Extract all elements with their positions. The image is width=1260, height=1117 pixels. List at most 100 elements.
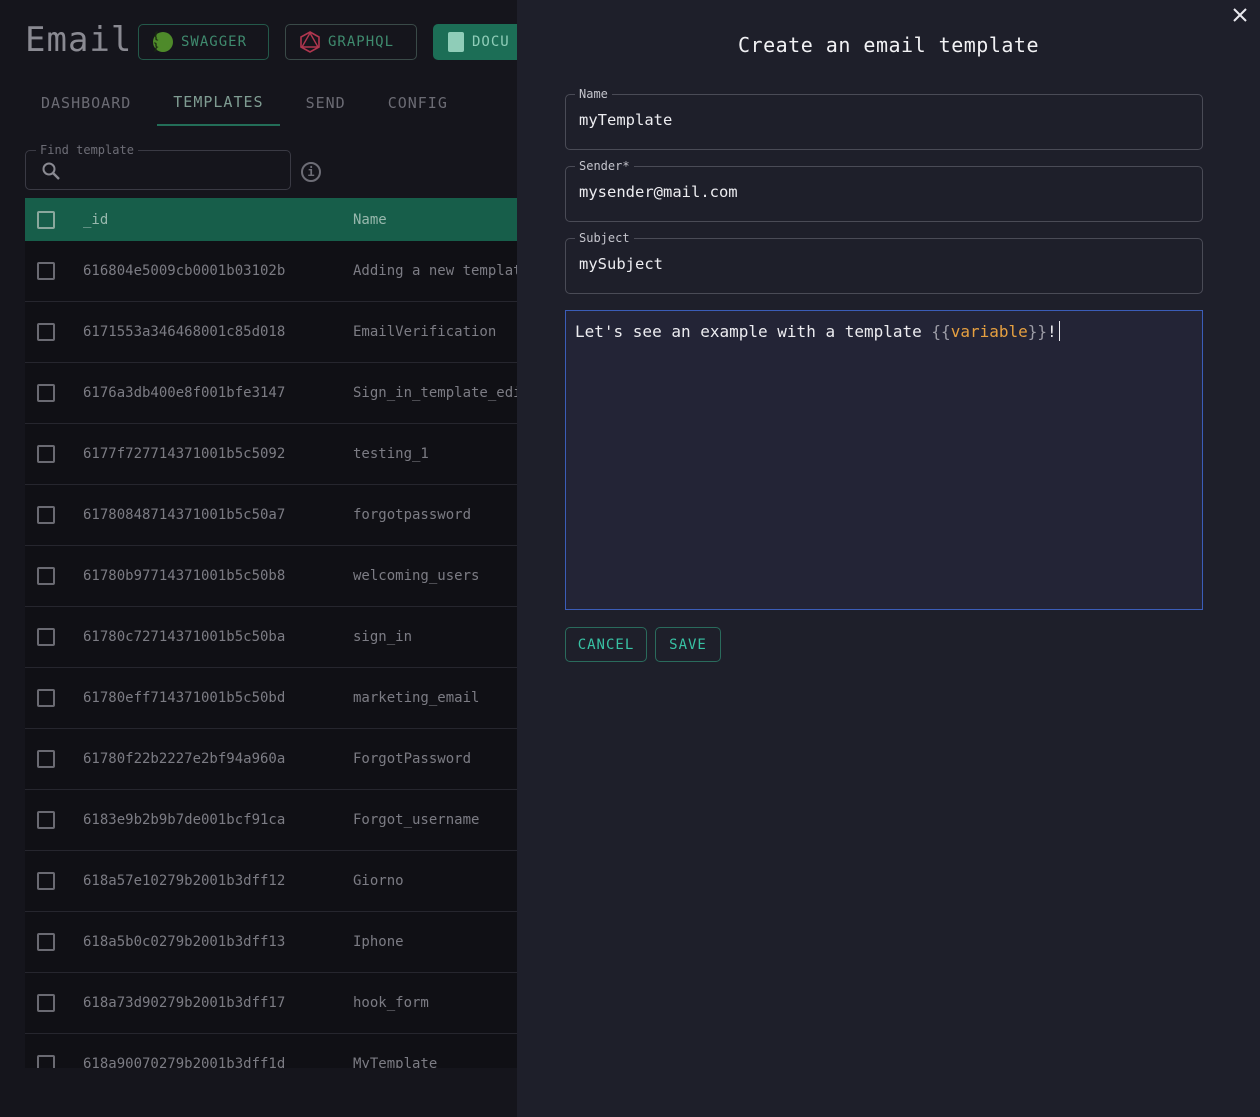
- close-icon[interactable]: [1230, 5, 1250, 25]
- name-field[interactable]: Name: [565, 87, 1203, 150]
- table-row[interactable]: 61780eff714371001b5c50bd marketing_email: [25, 668, 517, 729]
- row-name: welcoming_users: [353, 568, 480, 584]
- graphql-button[interactable]: GRAPHQL: [285, 24, 417, 60]
- save-button[interactable]: SAVE: [655, 627, 721, 662]
- row-checkbox[interactable]: [37, 567, 55, 585]
- tab-send[interactable]: SEND: [290, 80, 362, 126]
- tab-config[interactable]: CONFIG: [372, 80, 464, 126]
- table-row[interactable]: 6177f727714371001b5c5092 testing_1: [25, 424, 517, 485]
- table-row[interactable]: 618a5b0c0279b2001b3dff13 Iphone: [25, 912, 517, 973]
- row-checkbox[interactable]: [37, 933, 55, 951]
- table-row[interactable]: 618a90070279b2001b3dff1d MyTemplate: [25, 1034, 517, 1068]
- tab-bar: DASHBOARD TEMPLATES SEND CONFIG: [25, 80, 464, 126]
- row-checkbox[interactable]: [37, 1055, 55, 1068]
- table-row[interactable]: 61780f22b2227e2bf94a960a ForgotPassword: [25, 729, 517, 790]
- row-checkbox[interactable]: [37, 445, 55, 463]
- table-row[interactable]: 61780b97714371001b5c50b8 welcoming_users: [25, 546, 517, 607]
- text-caret: [1058, 321, 1060, 341]
- row-id: 6176a3db400e8f001bfe3147: [83, 385, 286, 401]
- subject-field[interactable]: Subject: [565, 231, 1203, 294]
- row-name: EmailVerification: [353, 324, 497, 340]
- row-checkbox[interactable]: [37, 811, 55, 829]
- row-id: 618a5b0c0279b2001b3dff13: [83, 934, 286, 950]
- select-all-checkbox[interactable]: [37, 210, 55, 229]
- cancel-button[interactable]: CANCEL: [565, 627, 647, 662]
- row-checkbox[interactable]: [37, 262, 55, 280]
- row-checkbox[interactable]: [37, 689, 55, 707]
- name-input[interactable]: [579, 111, 1179, 129]
- table-row[interactable]: 6171553a346468001c85d018 EmailVerificatio…: [25, 302, 517, 363]
- row-id: 618a57e10279b2001b3dff12: [83, 873, 286, 889]
- row-checkbox[interactable]: [37, 384, 55, 402]
- table-row[interactable]: 618a73d90279b2001b3dff17 hook_form: [25, 973, 517, 1034]
- graphql-label: GRAPHQL: [328, 34, 395, 50]
- sender-field[interactable]: Sender*: [565, 159, 1203, 222]
- row-name: testing_1: [353, 446, 429, 462]
- name-label: Name: [575, 87, 612, 101]
- template-close-brace: }}: [1027, 322, 1048, 341]
- row-name: Giorno: [353, 873, 404, 889]
- table-row[interactable]: 61780c72714371001b5c50ba sign_in: [25, 607, 517, 668]
- row-checkbox[interactable]: [37, 872, 55, 890]
- row-name: marketing_email: [353, 690, 480, 706]
- subject-label: Subject: [575, 231, 634, 245]
- row-id: 61780eff714371001b5c50bd: [83, 690, 286, 706]
- row-id: 61780c72714371001b5c50ba: [83, 629, 286, 645]
- row-id: 618a73d90279b2001b3dff17: [83, 995, 286, 1011]
- column-header-name[interactable]: Name: [353, 212, 387, 228]
- row-id: 618a90070279b2001b3dff1d: [83, 1056, 286, 1068]
- row-id: 6171553a346468001c85d018: [83, 324, 286, 340]
- row-checkbox[interactable]: [37, 323, 55, 341]
- template-body-editor[interactable]: Let's see an example with a template {{v…: [565, 310, 1203, 610]
- table-row[interactable]: 61780848714371001b5c50a7 forgotpassword: [25, 485, 517, 546]
- template-variable: variable: [950, 322, 1028, 341]
- row-id: 6183e9b2b9b7de001bcf91ca: [83, 812, 286, 828]
- graphql-icon: [300, 31, 320, 53]
- swagger-label: SWAGGER: [181, 34, 248, 50]
- swagger-icon: { }: [153, 31, 173, 53]
- find-template-label: Find template: [36, 143, 138, 157]
- swagger-button[interactable]: { } SWAGGER: [138, 24, 269, 60]
- search-icon: [41, 161, 61, 185]
- row-checkbox[interactable]: [37, 628, 55, 646]
- row-name: MyTemplate: [353, 1056, 438, 1068]
- row-name: Iphone: [353, 934, 404, 950]
- table-row[interactable]: 618a57e10279b2001b3dff12 Giorno: [25, 851, 517, 912]
- row-id: 6177f727714371001b5c5092: [83, 446, 286, 462]
- row-name: Sign_in_template_edi: [353, 385, 517, 401]
- table-header: _id Name: [25, 198, 517, 241]
- app-title: Email: [25, 20, 133, 60]
- tab-dashboard[interactable]: DASHBOARD: [25, 80, 147, 126]
- column-header-id[interactable]: _id: [83, 212, 108, 228]
- subject-input[interactable]: [579, 255, 1179, 273]
- row-name: hook_form: [353, 995, 429, 1011]
- row-name: forgotpassword: [353, 507, 472, 523]
- row-checkbox[interactable]: [37, 506, 55, 524]
- body-suffix: !: [1047, 322, 1057, 341]
- row-id: 61780f22b2227e2bf94a960a: [83, 751, 286, 767]
- row-name: Forgot_username: [353, 812, 480, 828]
- row-name: ForgotPassword: [353, 751, 472, 767]
- find-template-input[interactable]: Find template: [25, 143, 291, 190]
- table-row[interactable]: 6183e9b2b9b7de001bcf91ca Forgot_username: [25, 790, 517, 851]
- info-icon[interactable]: i: [301, 162, 321, 182]
- row-id: 616804e5009cb0001b03102b: [83, 263, 286, 279]
- table-row[interactable]: 616804e5009cb0001b03102b Adding a new tem…: [25, 241, 517, 302]
- drawer-title: Create an email template: [738, 33, 1039, 57]
- sender-label: Sender*: [575, 159, 634, 173]
- table-row[interactable]: 6176a3db400e8f001bfe3147 Sign_in_template…: [25, 363, 517, 424]
- docs-label: DOCU: [472, 34, 510, 50]
- tab-templates[interactable]: TEMPLATES: [157, 80, 280, 126]
- table-body: 616804e5009cb0001b03102b Adding a new tem…: [25, 241, 517, 1068]
- sender-input[interactable]: [579, 183, 1179, 201]
- template-open-brace: {{: [931, 322, 951, 341]
- row-id: 61780b97714371001b5c50b8: [83, 568, 286, 584]
- row-name: sign_in: [353, 629, 413, 645]
- row-name: Adding a new templat: [353, 263, 517, 279]
- create-template-drawer: Create an email template Name Sender* Su…: [517, 0, 1260, 1117]
- document-icon: [448, 32, 464, 52]
- body-text: Let's see an example with a template: [575, 322, 932, 341]
- row-checkbox[interactable]: [37, 750, 55, 768]
- row-checkbox[interactable]: [37, 994, 55, 1012]
- templates-table: _id Name 616804e5009cb0001b03102b Adding …: [25, 198, 517, 1068]
